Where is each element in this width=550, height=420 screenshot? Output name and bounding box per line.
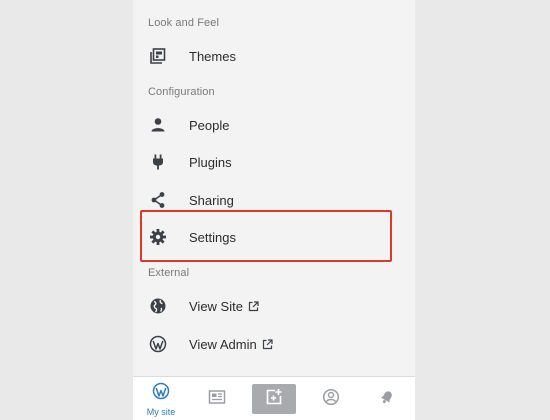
- tab-my-site[interactable]: My site: [133, 377, 189, 420]
- section-header-configuration: Configuration: [148, 86, 215, 98]
- menu-item-plugins[interactable]: Plugins: [133, 144, 415, 180]
- section-header-external: External: [148, 267, 190, 279]
- menu-item-label: Themes: [189, 48, 236, 64]
- menu-item-people[interactable]: People: [133, 107, 415, 143]
- menu-item-themes[interactable]: Themes: [133, 38, 415, 74]
- menu-item-label: Sharing: [189, 192, 234, 208]
- view-site-label: View Site: [189, 298, 243, 314]
- themes-icon: [149, 47, 167, 65]
- person-icon: [149, 116, 167, 134]
- menu-item-label: Plugins: [189, 154, 232, 170]
- section-header-look-and-feel: Look and Feel: [148, 17, 220, 29]
- menu-item-view-site[interactable]: View Site: [133, 288, 415, 324]
- tab-notifications[interactable]: [359, 377, 415, 420]
- new-post-icon: [265, 388, 283, 411]
- external-link-icon: [262, 338, 273, 350]
- bottom-tab-bar: My site: [133, 376, 415, 420]
- tab-reader[interactable]: [189, 377, 245, 420]
- menu-item-label: View Admin: [189, 337, 273, 352]
- menu-item-label: View Site: [189, 299, 259, 314]
- bell-icon: [378, 388, 396, 411]
- plug-icon: [149, 153, 167, 171]
- reader-icon: [208, 389, 226, 410]
- view-admin-label: View Admin: [189, 336, 257, 352]
- settings-highlight-box: [140, 210, 392, 262]
- menu-item-view-admin[interactable]: View Admin: [133, 326, 415, 362]
- wordpress-icon: [149, 335, 167, 353]
- tab-me[interactable]: [303, 377, 359, 420]
- external-link-icon: [248, 300, 259, 312]
- wordpress-icon: [152, 382, 170, 405]
- share-icon: [149, 191, 167, 209]
- menu-item-label: People: [189, 117, 230, 133]
- account-icon: [322, 388, 340, 411]
- write-post-button[interactable]: [252, 384, 296, 414]
- globe-icon: [149, 297, 167, 315]
- tab-my-site-label: My site: [146, 406, 176, 417]
